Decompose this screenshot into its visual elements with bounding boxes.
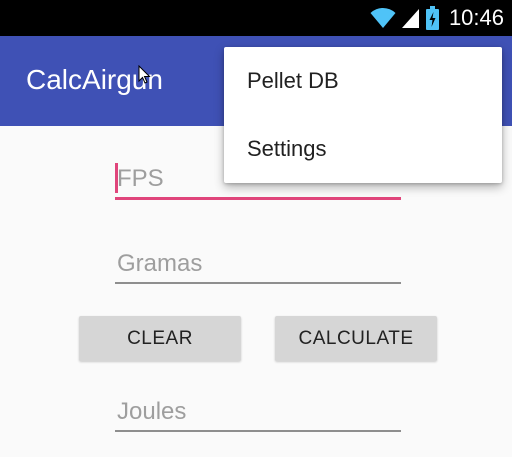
menu-item-settings[interactable]: Settings bbox=[224, 115, 502, 183]
gramas-field[interactable] bbox=[115, 250, 401, 284]
overflow-menu: Pellet DB Settings bbox=[224, 47, 502, 183]
battery-icon bbox=[425, 6, 439, 30]
clock: 10:46 bbox=[448, 5, 504, 30]
joules-input[interactable] bbox=[115, 398, 401, 430]
clear-button[interactable]: CLEAR bbox=[79, 316, 241, 361]
menu-item-pellet-db[interactable]: Pellet DB bbox=[224, 47, 502, 115]
calculate-button[interactable]: CALCULATE bbox=[275, 316, 437, 361]
joules-field[interactable] bbox=[115, 398, 401, 432]
text-caret bbox=[115, 163, 118, 193]
status-icons: 10:46 bbox=[370, 0, 504, 36]
gramas-underline bbox=[115, 282, 401, 284]
mouse-cursor-icon bbox=[138, 64, 152, 89]
gramas-input[interactable] bbox=[115, 250, 401, 282]
status-bar: 10:46 bbox=[0, 0, 512, 36]
joules-underline bbox=[115, 430, 401, 432]
wifi-icon bbox=[370, 7, 396, 29]
fps-underline bbox=[115, 197, 401, 200]
signal-icon bbox=[401, 7, 420, 29]
